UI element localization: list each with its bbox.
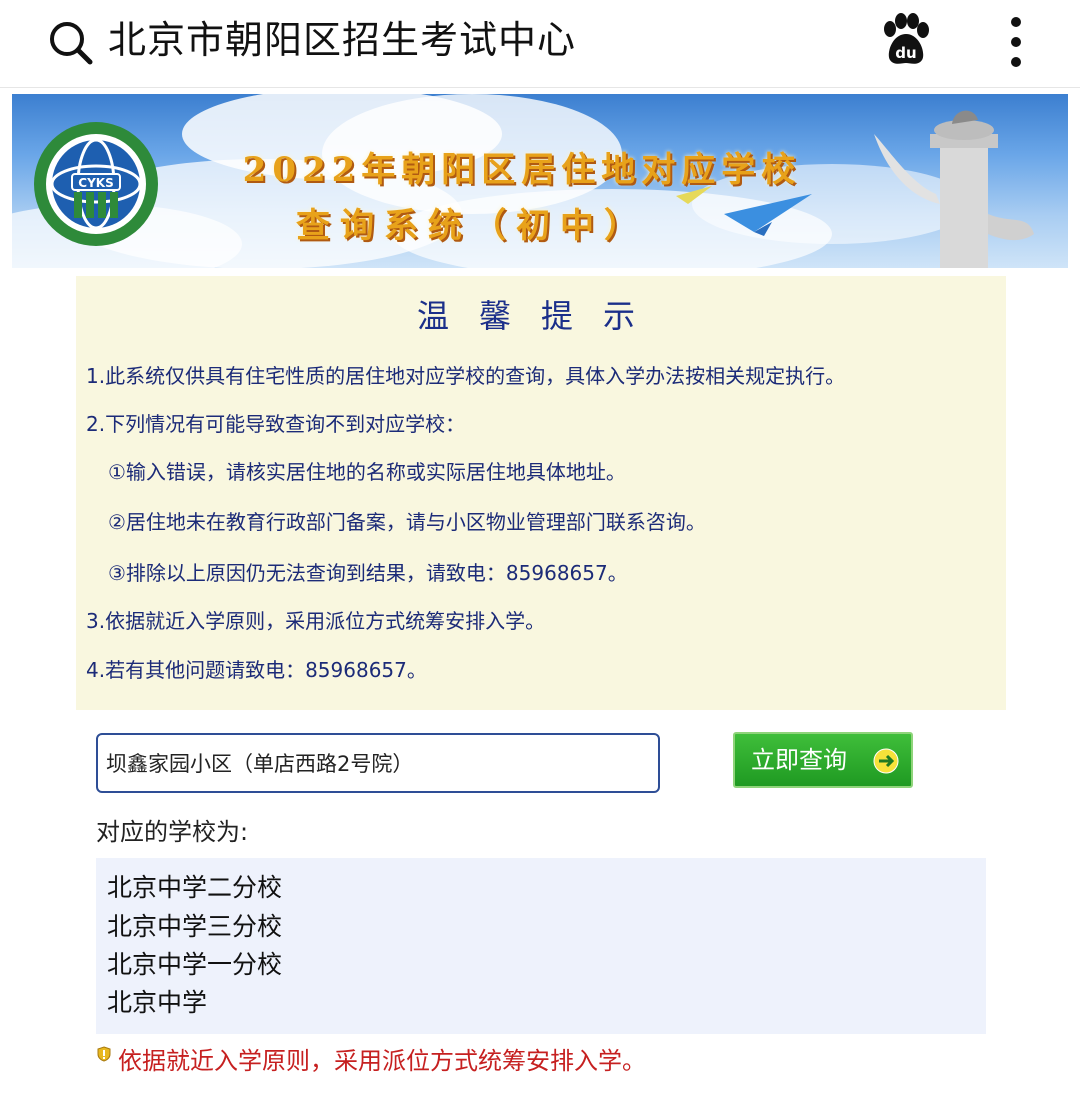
tips-title: 温馨提示 xyxy=(416,297,665,335)
svg-text:du: du xyxy=(895,44,916,62)
tip-line: ③排除以上原因仍无法查询到结果，请致电：85968657。 xyxy=(108,561,628,585)
list-item: 北京中学 xyxy=(107,988,208,1017)
notice-message: 依据就近入学原则，采用派位方式统筹安排入学。 xyxy=(96,1042,996,1082)
tip-line: 2.下列情况有可能导致查询不到对应学校： xyxy=(86,412,466,436)
banner-headline-line1: 2022年朝阳区居住地对应学校 xyxy=(242,150,802,190)
banner-headline-line2: 查询系统（初中） xyxy=(296,206,648,246)
more-vertical-icon[interactable] xyxy=(1002,14,1030,70)
logo-text: CYKS xyxy=(78,176,113,190)
school-results-list: 北京中学二分校 北京中学三分校 北京中学一分校 北京中学 xyxy=(96,858,986,1034)
baidu-paw-icon[interactable]: du xyxy=(878,12,934,70)
list-item: 北京中学三分校 xyxy=(107,912,283,941)
result-label: 对应的学校为: xyxy=(96,818,249,846)
tip-line: 1.此系统仅供具有住宅性质的居住地对应学校的查询，具体入学办法按相关规定执行。 xyxy=(86,364,846,388)
list-item: 北京中学二分校 xyxy=(107,873,283,902)
system-banner: CYKS 2022年朝阳区居住地对应学校 查询系统（初中） xyxy=(12,94,1068,268)
tip-line: 3.依据就近入学原则，采用派位方式统筹安排入学。 xyxy=(86,609,546,633)
tip-line: ②居住地未在教育行政部门备案，请与小区物业管理部门联系咨询。 xyxy=(108,510,706,534)
query-now-button[interactable]: 立即查询 xyxy=(733,732,913,788)
search-icon[interactable] xyxy=(46,18,96,68)
list-item: 北京中学一分校 xyxy=(107,950,283,979)
tip-line: ①输入错误，请核实居住地的名称或实际居住地具体地址。 xyxy=(108,460,626,484)
warning-shield-icon xyxy=(97,1046,111,1062)
query-button-label: 立即查询 xyxy=(751,746,847,774)
tips-box: 温馨提示 1.此系统仅供具有住宅性质的居住地对应学校的查询，具体入学办法按相关规… xyxy=(76,276,1006,710)
search-query-title[interactable]: 北京市朝阳区招生考试中心 xyxy=(108,14,576,66)
browser-search-bar: 北京市朝阳区招生考试中心 du xyxy=(0,0,1080,88)
arrow-right-circle-icon xyxy=(873,748,899,774)
notice-text: 依据就近入学原则，采用派位方式统筹安排入学。 xyxy=(118,1047,646,1075)
address-search-input[interactable] xyxy=(96,733,660,793)
tip-line: 4.若有其他问题请致电：85968657。 xyxy=(86,658,427,682)
